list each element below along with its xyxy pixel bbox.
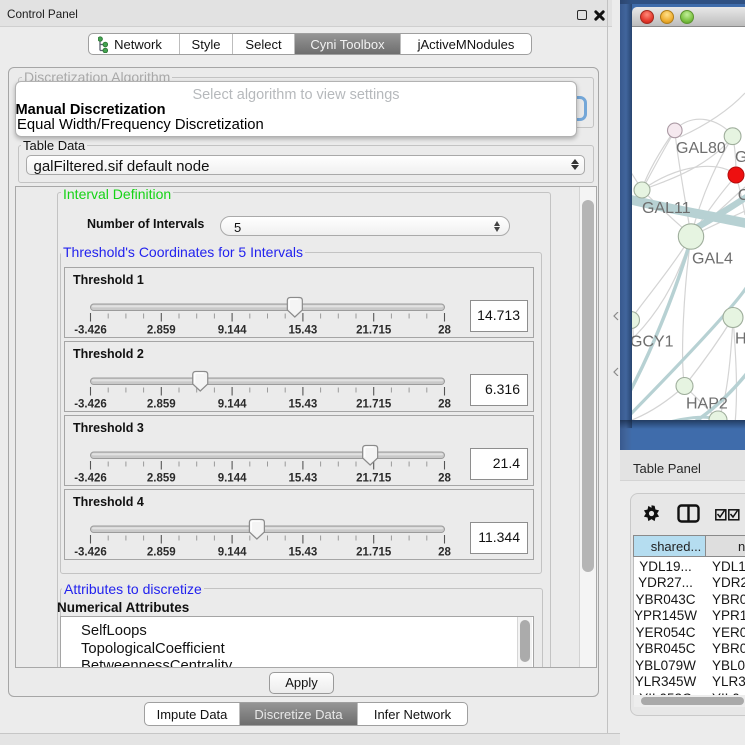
svg-text:-3.426: -3.426 — [74, 325, 107, 337]
svg-text:2.859: 2.859 — [147, 325, 176, 337]
svg-text:H: H — [735, 331, 745, 348]
svg-text:21.715: 21.715 — [356, 399, 392, 411]
svg-text:GAL4: GAL4 — [692, 251, 733, 268]
svg-text:HAP2: HAP2 — [686, 396, 728, 413]
svg-text:21.715: 21.715 — [356, 473, 392, 485]
svg-text:9.144: 9.144 — [218, 473, 247, 485]
svg-text:21.715: 21.715 — [356, 547, 392, 559]
svg-text:-3.426: -3.426 — [74, 547, 107, 559]
svg-text:GAL11: GAL11 — [642, 200, 691, 217]
svg-text:GAL80: GAL80 — [676, 140, 726, 157]
svg-text:28: 28 — [438, 399, 451, 411]
svg-text:2.859: 2.859 — [147, 547, 176, 559]
svg-text:9.144: 9.144 — [218, 399, 247, 411]
svg-text:C: C — [738, 187, 745, 204]
svg-text:28: 28 — [438, 473, 451, 485]
svg-text:2.859: 2.859 — [147, 473, 176, 485]
svg-text:15.43: 15.43 — [289, 473, 318, 485]
svg-text:-3.426: -3.426 — [74, 473, 107, 485]
svg-text:9.144: 9.144 — [218, 325, 247, 337]
svg-text:28: 28 — [438, 547, 451, 559]
svg-text:21.715: 21.715 — [356, 325, 392, 337]
svg-text:15.43: 15.43 — [289, 399, 318, 411]
svg-text:15.43: 15.43 — [289, 325, 318, 337]
svg-text:GCY1: GCY1 — [632, 334, 674, 351]
svg-text:9.144: 9.144 — [218, 547, 247, 559]
svg-text:-3.426: -3.426 — [74, 399, 107, 411]
svg-text:GA: GA — [735, 149, 745, 166]
svg-text:28: 28 — [438, 325, 451, 337]
svg-text:15.43: 15.43 — [289, 547, 318, 559]
svg-text:2.859: 2.859 — [147, 399, 176, 411]
